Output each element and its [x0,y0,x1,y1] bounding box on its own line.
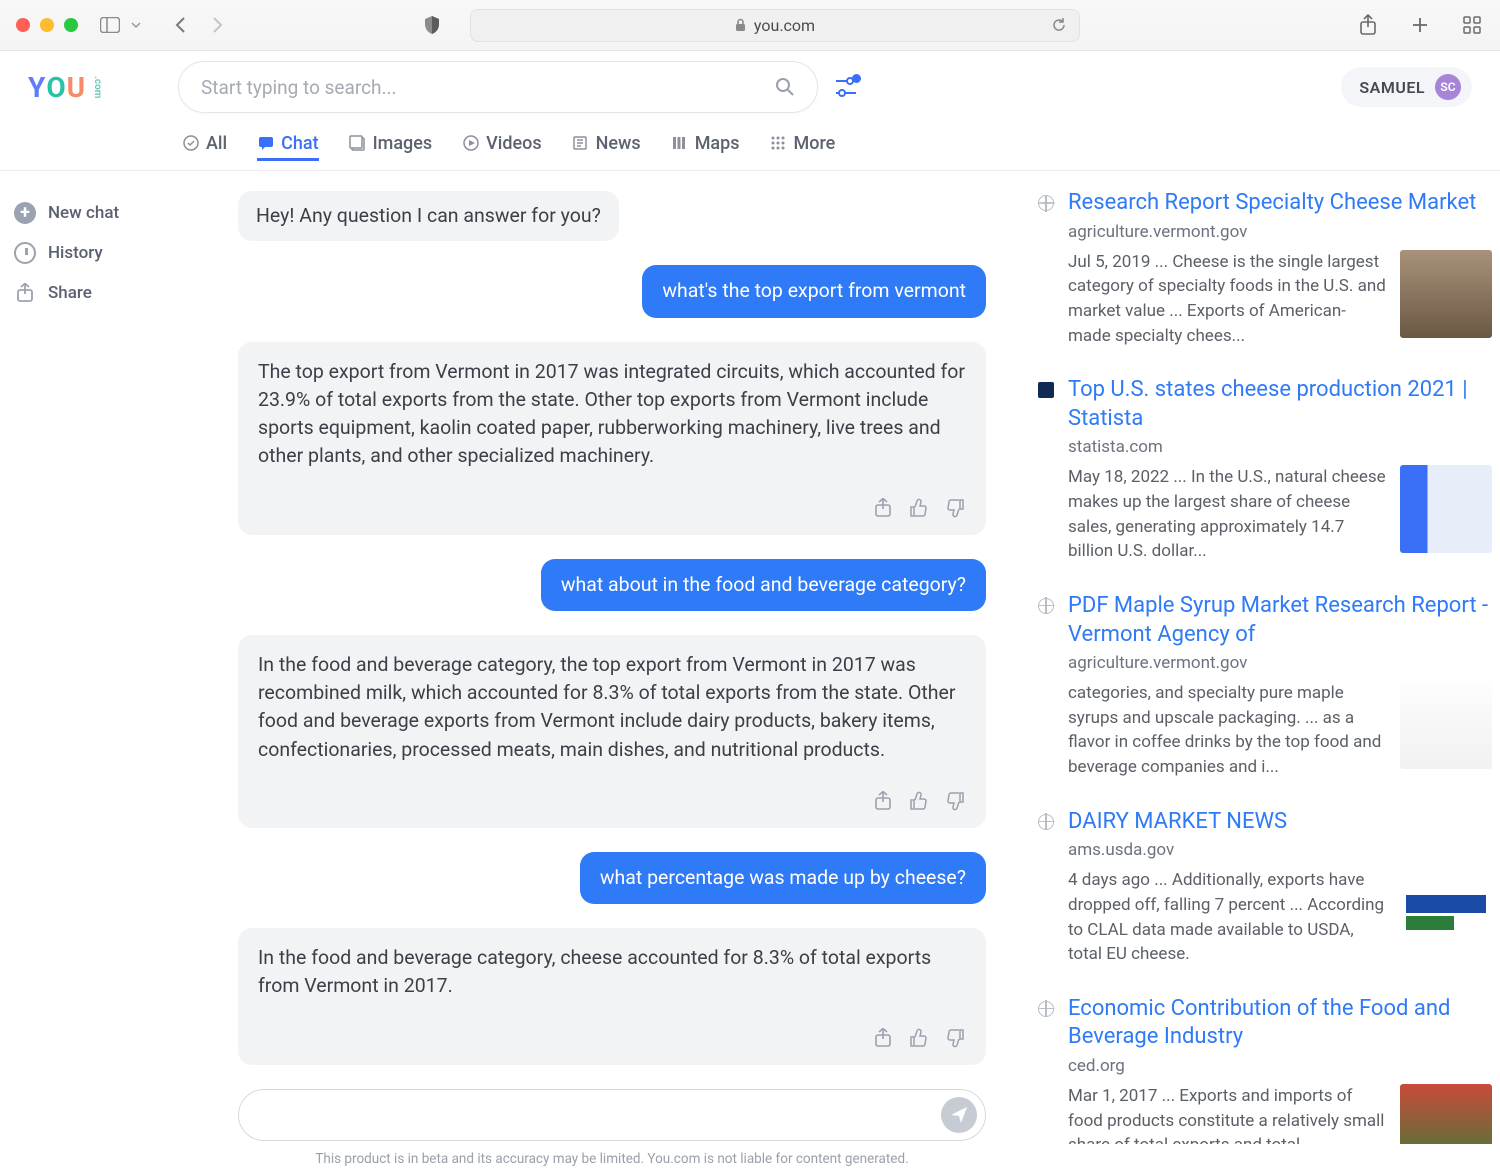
user-name: SAMUEL [1359,78,1425,97]
browser-chrome: you.com [0,0,1500,51]
avatar: SC [1435,74,1461,100]
search-icon[interactable] [775,77,795,97]
result-thumbnail [1400,250,1492,338]
result-domain: agriculture.vermont.gov [1068,222,1492,242]
tab-maps[interactable]: Maps [671,133,740,161]
thumbs-down-icon[interactable] [944,497,966,519]
new-chat-button[interactable]: + New chat [10,193,182,233]
share-response-icon[interactable] [872,1027,894,1049]
tab-news[interactable]: News [572,133,641,161]
beta-disclaimer: This product is in beta and its accuracy… [238,1151,986,1167]
tab-overview-button[interactable] [1460,13,1484,37]
search-result[interactable]: Top U.S. states cheese production 2021 |… [1038,376,1500,564]
result-thumbnail [1400,681,1492,769]
header: YOU.com SAMUEL SC [0,51,1500,123]
thumbs-up-icon[interactable] [908,497,930,519]
search-result[interactable]: Economic Contribution of the Food and Be… [1038,995,1500,1144]
new-tab-button[interactable] [1408,13,1432,37]
history-icon [14,242,36,264]
share-response-icon[interactable] [872,497,894,519]
user-message-1: what's the top export from vermont [642,265,986,317]
close-window-button[interactable] [16,18,30,32]
result-snippet: 4 days ago ... Additionally, exports hav… [1068,868,1386,967]
search-result[interactable]: PDF Maple Syrup Market Research Report -… [1038,592,1500,780]
share-response-icon[interactable] [872,790,894,812]
globe-icon [1038,195,1054,211]
refresh-button[interactable] [1051,17,1067,33]
lock-icon [735,18,746,32]
statista-icon [1038,382,1054,398]
tab-more[interactable]: More [770,133,836,161]
search-result[interactable]: Research Report Specialty Cheese Market … [1038,189,1500,348]
ai-message-2: In the food and beverage category, the t… [238,635,986,828]
search-filter-button[interactable] [834,77,858,97]
thumbs-up-icon[interactable] [908,1027,930,1049]
search-input[interactable] [201,76,775,99]
result-thumbnail [1400,1084,1492,1144]
tab-images[interactable]: Images [349,133,433,161]
window-controls [16,18,78,32]
thumbs-down-icon[interactable] [944,790,966,812]
chat-column: Hey! Any question I can answer for you? … [182,171,1002,1144]
minimize-window-button[interactable] [40,18,54,32]
globe-icon [1038,814,1054,830]
url-text: you.com [754,16,815,35]
share-icon[interactable] [1356,13,1380,37]
ai-message-3: In the food and beverage category, chees… [238,928,986,1065]
result-domain: statista.com [1068,437,1492,457]
result-snippet: Mar 1, 2017 ... Exports and imports of f… [1068,1084,1386,1144]
tab-all[interactable]: All [182,133,227,161]
result-snippet: categories, and specialty pure maple syr… [1068,681,1386,780]
ai-message-1: The top export from Vermont in 2017 was … [238,342,986,535]
user-message-3: what percentage was made up by cheese? [580,852,986,904]
send-button[interactable] [941,1097,977,1133]
address-bar[interactable]: you.com [470,9,1080,42]
share-button[interactable]: Share [10,273,182,313]
result-title[interactable]: Economic Contribution of the Food and Be… [1068,995,1492,1052]
result-domain: ams.usda.gov [1068,840,1492,860]
result-title[interactable]: DAIRY MARKET NEWS [1068,808,1492,837]
share-icon [14,282,36,304]
maximize-window-button[interactable] [64,18,78,32]
tab-videos[interactable]: Videos [462,133,541,161]
chat-input-field[interactable] [263,1104,941,1125]
thumbs-up-icon[interactable] [908,790,930,812]
result-title[interactable]: Top U.S. states cheese production 2021 |… [1068,376,1492,433]
search-bar[interactable] [178,61,818,113]
you-logo[interactable]: YOU.com [28,70,150,104]
nav-tabs: All Chat Images Videos News Maps More [0,123,1500,171]
result-domain: ced.org [1068,1056,1492,1076]
privacy-shield-icon[interactable] [420,13,444,37]
thumbs-down-icon[interactable] [944,1027,966,1049]
tab-chat[interactable]: Chat [257,133,318,161]
search-results: Research Report Specialty Cheese Market … [1002,171,1500,1144]
history-button[interactable]: History [10,233,182,273]
ai-greeting: Hey! Any question I can answer for you? [238,191,619,241]
result-title[interactable]: PDF Maple Syrup Market Research Report -… [1068,592,1492,649]
globe-icon [1038,1001,1054,1017]
result-thumbnail [1400,868,1492,956]
filter-indicator-dot [852,74,861,83]
forward-button[interactable] [206,13,230,37]
plus-icon: + [14,202,36,224]
result-snippet: Jul 5, 2019 ... Cheese is the single lar… [1068,250,1386,349]
result-domain: agriculture.vermont.gov [1068,653,1492,673]
user-message-2: what about in the food and beverage cate… [541,559,986,611]
chat-input[interactable] [238,1089,986,1141]
chevron-down-icon[interactable] [124,13,148,37]
sidebar-toggle-button[interactable] [98,13,122,37]
user-menu[interactable]: SAMUEL SC [1341,67,1472,107]
result-snippet: May 18, 2022 ... In the U.S., natural ch… [1068,465,1386,564]
back-button[interactable] [168,13,192,37]
result-title[interactable]: Research Report Specialty Cheese Market [1068,189,1492,218]
globe-icon [1038,598,1054,614]
search-result[interactable]: DAIRY MARKET NEWS ams.usda.gov 4 days ag… [1038,808,1500,967]
left-sidebar: + New chat History Share [0,171,182,1144]
result-thumbnail [1400,465,1492,553]
